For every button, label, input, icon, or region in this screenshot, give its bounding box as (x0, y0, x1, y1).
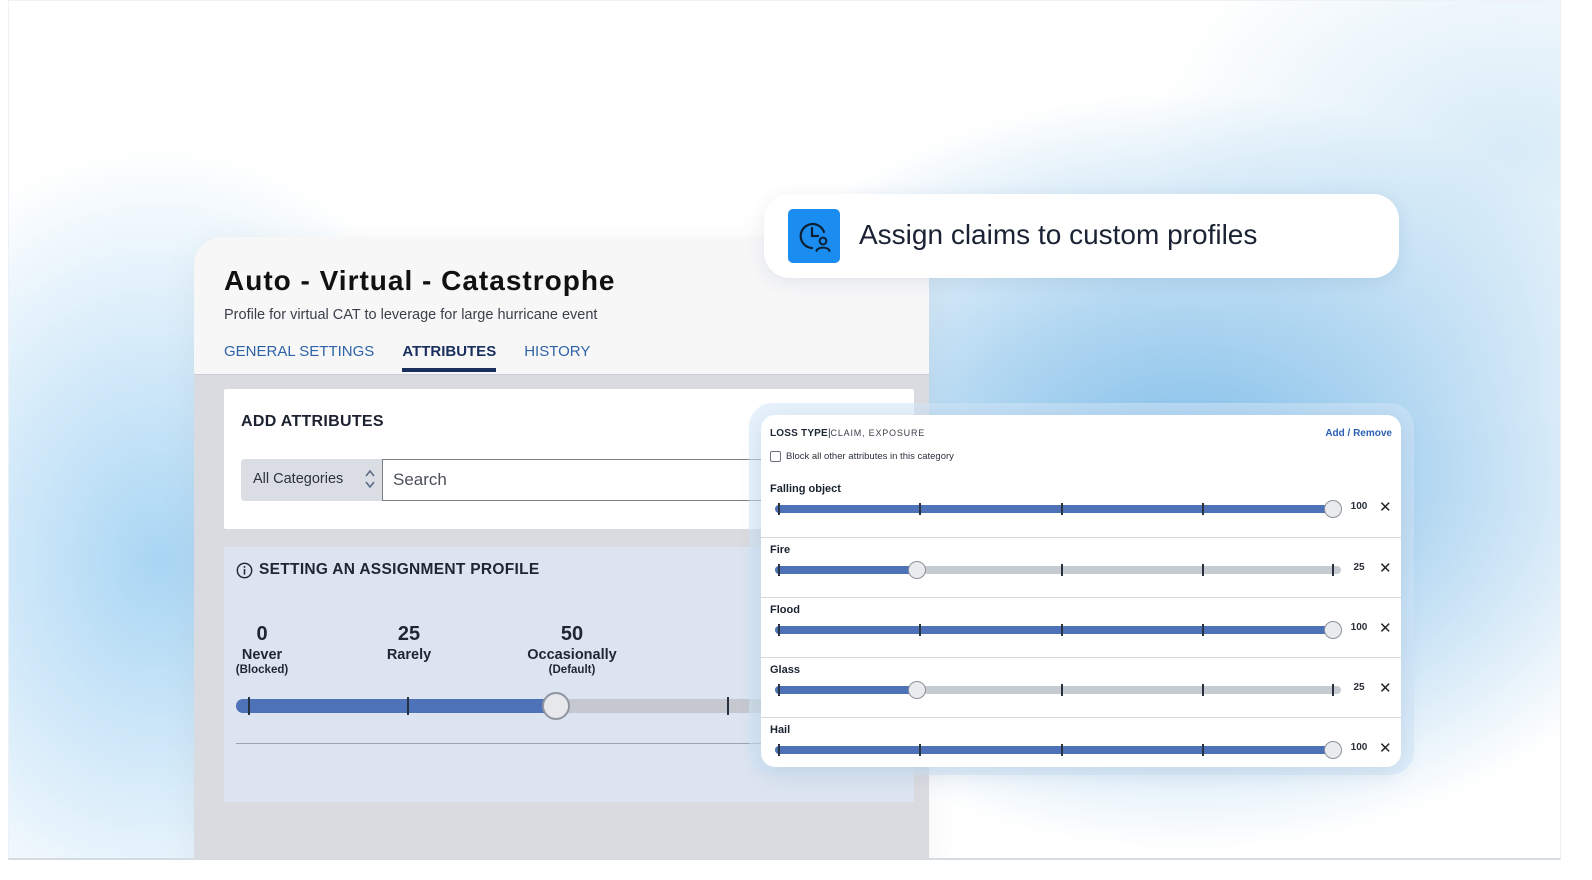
block-others-checkbox[interactable] (770, 451, 781, 462)
level-name: Rarely (386, 647, 432, 663)
loss-type-row: Fire 25 ✕ (761, 537, 1401, 597)
level-note: (Default) (548, 664, 596, 676)
slider-tick (248, 697, 250, 715)
attribute-value: 25 (1353, 682, 1365, 693)
block-others-label: Block all other attributes in this categ… (786, 451, 954, 462)
slider-tick (1061, 503, 1063, 515)
slider-tick (1202, 624, 1204, 636)
slider-tick (778, 684, 780, 696)
category-select-value: All Categories (253, 471, 344, 487)
block-others-row: Block all other attributes in this categ… (770, 451, 954, 462)
slider-tick (1202, 684, 1204, 696)
slider-tick (919, 744, 921, 756)
assignment-slider-thumb[interactable] (542, 692, 570, 720)
loss-type-row: Glass 25 ✕ (761, 657, 1401, 717)
chevron-up-down-icon (365, 469, 375, 489)
loss-type-row: Falling object 100 ✕ (761, 477, 1401, 537)
assignment-profile-title: SETTING AN ASSIGNMENT PROFILE (259, 561, 540, 578)
slider-tick (919, 503, 921, 515)
slider-tick (1061, 684, 1063, 696)
loss-type-subtitle: CLAIM, EXPOSURE (830, 428, 926, 438)
callout-text: Assign claims to custom profiles (859, 219, 1258, 250)
attribute-slider-thumb[interactable] (908, 681, 926, 699)
slider-tick (727, 697, 729, 715)
level-never: 0 Never (Blocked) (234, 623, 290, 676)
level-rarely: 25 Rarely (374, 623, 444, 663)
slider-tick (778, 564, 780, 576)
attribute-slider-thumb[interactable] (1324, 500, 1342, 518)
slider-tick (778, 744, 780, 756)
remove-attribute-icon[interactable]: ✕ (1379, 498, 1392, 516)
level-value: 0 (256, 623, 268, 645)
assignment-slider-fill (236, 699, 556, 713)
remove-attribute-icon[interactable]: ✕ (1379, 739, 1392, 757)
category-select[interactable]: All Categories (241, 459, 383, 501)
attribute-name: Falling object (770, 483, 841, 495)
slider-tick (407, 697, 409, 715)
assignment-profile-heading: SETTING AN ASSIGNMENT PROFILE (236, 561, 540, 579)
add-remove-link[interactable]: Add / Remove (1325, 428, 1392, 439)
slider-tick (1202, 564, 1204, 576)
slider-tick (1202, 503, 1204, 515)
attribute-value: 100 (1350, 501, 1368, 512)
attribute-slider-fill (775, 566, 917, 574)
info-icon (236, 562, 253, 578)
profile-title: Auto - Virtual - Catastrophe (224, 265, 616, 296)
attribute-name: Flood (770, 604, 800, 616)
attribute-slider[interactable] (775, 681, 1341, 699)
slider-tick (778, 624, 780, 636)
slider-tick (1061, 624, 1063, 636)
remove-attribute-icon[interactable]: ✕ (1379, 619, 1392, 637)
remove-attribute-icon[interactable]: ✕ (1379, 679, 1392, 697)
level-name: Never (241, 647, 283, 663)
attribute-value: 100 (1350, 742, 1368, 753)
background-frame: Auto - Virtual - Catastrophe Profile for… (8, 0, 1561, 860)
attribute-slider[interactable] (775, 741, 1342, 759)
level-note: (Blocked) (235, 664, 289, 676)
level-name: Occasionally (527, 647, 617, 663)
attribute-slider-thumb[interactable] (1324, 741, 1342, 759)
attribute-slider-thumb[interactable] (908, 561, 926, 579)
attribute-value: 100 (1350, 622, 1368, 633)
slider-tick (919, 624, 921, 636)
slider-tick (1061, 564, 1063, 576)
add-attributes-title: ADD ATTRIBUTES (241, 413, 384, 430)
clock-user-icon (788, 209, 840, 263)
profile-tabs: GENERAL SETTINGS ATTRIBUTES HISTORY (224, 343, 590, 372)
loss-type-row: Flood 100 ✕ (761, 597, 1401, 657)
loss-type-title: LOSS TYPE (770, 428, 828, 439)
slider-max-marker (1332, 684, 1334, 696)
level-value: 25 (397, 623, 421, 645)
attribute-slider-fill (775, 746, 1333, 754)
tab-attributes[interactable]: ATTRIBUTES (402, 343, 497, 372)
tab-history[interactable]: HISTORY (524, 343, 590, 372)
loss-type-header: LOSS TYPE|CLAIM, EXPOSURE (770, 428, 925, 439)
attribute-slider-thumb[interactable] (1324, 621, 1342, 639)
profile-subtitle: Profile for virtual CAT to leverage for … (224, 307, 598, 323)
attribute-slider-fill (775, 505, 1333, 513)
slider-max-marker (1332, 564, 1334, 576)
loss-type-card: LOSS TYPE|CLAIM, EXPOSURE Add / Remove B… (761, 415, 1401, 767)
attribute-name: Fire (770, 544, 791, 556)
attribute-name: Hail (770, 724, 791, 736)
attribute-name: Glass (770, 664, 800, 676)
tab-general-settings[interactable]: GENERAL SETTINGS (224, 343, 374, 372)
slider-tick (1202, 744, 1204, 756)
level-occasionally: 50 Occasionally (Default) (512, 623, 632, 676)
attribute-slider-fill (775, 686, 917, 694)
feature-callout: Assign claims to custom profiles (764, 194, 1399, 278)
level-value: 50 (560, 623, 584, 645)
loss-type-row: Hail 100 ✕ (761, 717, 1401, 767)
attribute-slider[interactable] (775, 621, 1342, 639)
attribute-slider[interactable] (775, 561, 1341, 579)
attribute-value: 25 (1353, 562, 1365, 573)
slider-tick (778, 503, 780, 515)
attribute-slider-fill (775, 626, 1333, 634)
remove-attribute-icon[interactable]: ✕ (1379, 559, 1392, 577)
attribute-slider[interactable] (775, 500, 1342, 518)
slider-tick (1061, 744, 1063, 756)
